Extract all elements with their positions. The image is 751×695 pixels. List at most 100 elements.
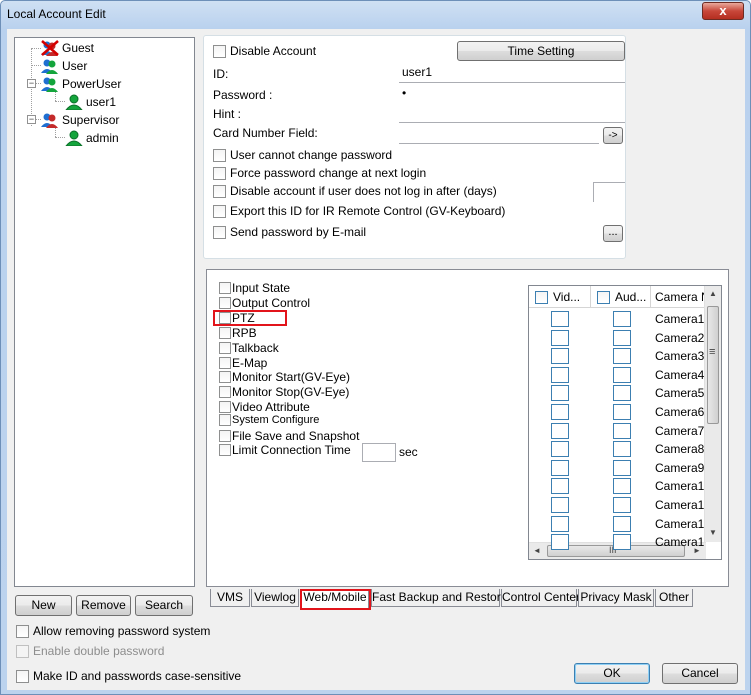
remove-button[interactable]: Remove	[76, 595, 131, 616]
video-permission-checkbox[interactable]	[551, 515, 569, 532]
perm-output-control[interactable]: Output Control	[219, 296, 310, 310]
perm-checkbox[interactable]	[219, 357, 231, 369]
perm-monitor-stop[interactable]: Monitor Stop(GV-Eye)	[219, 385, 349, 399]
hint-field[interactable]	[399, 103, 625, 123]
audio-permission-checkbox[interactable]	[613, 534, 631, 551]
perm-rpb[interactable]: RPB	[219, 326, 257, 340]
tab-viewlog[interactable]: Viewlog	[251, 589, 299, 607]
video-permission-checkbox[interactable]	[551, 311, 569, 327]
video-permission-checkbox[interactable]	[551, 478, 569, 495]
tab-control-center[interactable]: Control Center	[501, 589, 580, 607]
audio-permission-checkbox[interactable]	[613, 422, 631, 439]
tab-fast-backup[interactable]: Fast Backup and Restore	[371, 589, 507, 607]
video-permission-checkbox[interactable]	[551, 422, 569, 439]
video-permission-checkbox[interactable]	[551, 348, 569, 365]
ok-button[interactable]: OK	[574, 663, 650, 684]
perm-checkbox[interactable]	[219, 430, 231, 442]
limit-time-field[interactable]	[362, 443, 396, 462]
export-ir-checkbox[interactable]	[213, 204, 226, 218]
case-sensitive-checkbox[interactable]	[16, 669, 29, 683]
send-email-option[interactable]: Send password by E-mail	[213, 225, 366, 239]
perm-checkbox[interactable]	[219, 282, 231, 294]
video-select-all-checkbox[interactable]	[535, 290, 548, 304]
video-permission-checkbox[interactable]	[551, 497, 569, 513]
perm-file-save[interactable]: File Save and Snapshot	[219, 429, 359, 443]
camera-permission-grid[interactable]: Vid... Aud... Camera N ▲ ≡ ▼ ◄ ► Camera1…	[528, 285, 722, 560]
title-bar[interactable]: Local Account Edit x	[1, 1, 750, 29]
tree-node-supervisor[interactable]: Supervisor	[41, 111, 119, 128]
disable-account-checkbox[interactable]	[213, 44, 226, 58]
new-button[interactable]: New	[15, 595, 72, 616]
video-column-header[interactable]: Vid...	[529, 286, 591, 308]
audio-permission-checkbox[interactable]	[613, 478, 631, 495]
video-permission-checkbox[interactable]	[551, 404, 569, 420]
force-change-option[interactable]: Force password change at next login	[213, 166, 426, 180]
perm-emap[interactable]: E-Map	[219, 356, 267, 370]
export-ir-option[interactable]: Export this ID for IR Remote Control (GV…	[213, 204, 505, 218]
card-read-button[interactable]: ->	[603, 127, 623, 144]
perm-checkbox[interactable]	[219, 342, 231, 354]
user-cannot-change-checkbox[interactable]	[213, 148, 226, 162]
tab-vms[interactable]: VMS	[210, 589, 250, 607]
audio-select-all-checkbox[interactable]	[597, 290, 610, 304]
allow-removing-option[interactable]: Allow removing password system	[16, 624, 210, 638]
expand-toggle-poweruser[interactable]: −	[27, 79, 36, 88]
perm-limit-connection[interactable]: Limit Connection Time	[219, 443, 351, 457]
search-button[interactable]: Search	[135, 595, 193, 616]
perm-input-state[interactable]: Input State	[219, 281, 290, 295]
perm-checkbox[interactable]	[219, 386, 231, 398]
perm-talkback[interactable]: Talkback	[219, 341, 279, 355]
cancel-button[interactable]: Cancel	[662, 663, 738, 684]
audio-permission-checkbox[interactable]	[613, 311, 631, 327]
id-field[interactable]: user1	[399, 63, 625, 83]
case-sensitive-option[interactable]: Make ID and passwords case-sensitive	[16, 669, 241, 683]
audio-permission-checkbox[interactable]	[613, 404, 631, 420]
days-field[interactable]	[593, 182, 625, 202]
scroll-up-icon[interactable]: ▲	[709, 289, 717, 298]
video-permission-checkbox[interactable]	[551, 534, 569, 551]
tree-node-user1[interactable]: user1	[64, 93, 116, 110]
video-permission-checkbox[interactable]	[551, 366, 569, 383]
perm-checkbox[interactable]	[219, 414, 231, 426]
camera-name-column-header[interactable]: Camera N	[651, 286, 706, 308]
audio-permission-checkbox[interactable]	[613, 385, 631, 402]
disable-if-not-login-option[interactable]: Disable account if user does not log in …	[213, 184, 497, 198]
tree-node-admin[interactable]: admin	[64, 129, 119, 146]
audio-permission-checkbox[interactable]	[613, 348, 631, 365]
perm-system-configure[interactable]: System Configure	[219, 414, 319, 426]
account-tree[interactable]: − − Guest User PowerUser user1 Superviso…	[14, 37, 195, 587]
close-button[interactable]: x	[702, 2, 744, 20]
scroll-down-icon[interactable]: ▼	[709, 528, 717, 537]
allow-removing-checkbox[interactable]	[16, 624, 29, 638]
tab-other[interactable]: Other	[655, 589, 693, 607]
audio-permission-checkbox[interactable]	[613, 366, 631, 383]
video-permission-checkbox[interactable]	[551, 441, 569, 458]
scroll-left-icon[interactable]: ◄	[533, 546, 541, 555]
perm-video-attribute[interactable]: Video Attribute	[219, 400, 310, 414]
disable-if-not-login-checkbox[interactable]	[213, 184, 226, 198]
card-number-field[interactable]	[399, 124, 599, 144]
perm-monitor-start[interactable]: Monitor Start(GV-Eye)	[219, 370, 350, 384]
expand-toggle-supervisor[interactable]: −	[27, 115, 36, 124]
user-cannot-change-option[interactable]: User cannot change password	[213, 148, 392, 162]
disable-account-option[interactable]: Disable Account	[213, 44, 316, 58]
video-permission-checkbox[interactable]	[551, 329, 569, 346]
email-settings-button[interactable]: ...	[603, 225, 623, 242]
time-setting-button[interactable]: Time Setting	[457, 41, 625, 61]
video-permission-checkbox[interactable]	[551, 459, 569, 476]
audio-permission-checkbox[interactable]	[613, 459, 631, 476]
audio-column-header[interactable]: Aud...	[591, 286, 651, 308]
password-field[interactable]: •	[399, 84, 625, 104]
perm-checkbox[interactable]	[219, 327, 231, 339]
video-permission-checkbox[interactable]	[551, 385, 569, 402]
tree-node-poweruser[interactable]: PowerUser	[41, 75, 121, 92]
tree-node-guest[interactable]: Guest	[41, 39, 94, 56]
scroll-thumb[interactable]	[707, 306, 719, 424]
send-email-checkbox[interactable]	[213, 225, 226, 239]
perm-checkbox[interactable]	[219, 371, 231, 383]
audio-permission-checkbox[interactable]	[613, 515, 631, 532]
perm-checkbox[interactable]	[219, 401, 231, 413]
tree-node-user[interactable]: User	[41, 57, 87, 74]
audio-permission-checkbox[interactable]	[613, 329, 631, 346]
perm-checkbox[interactable]	[219, 297, 231, 309]
